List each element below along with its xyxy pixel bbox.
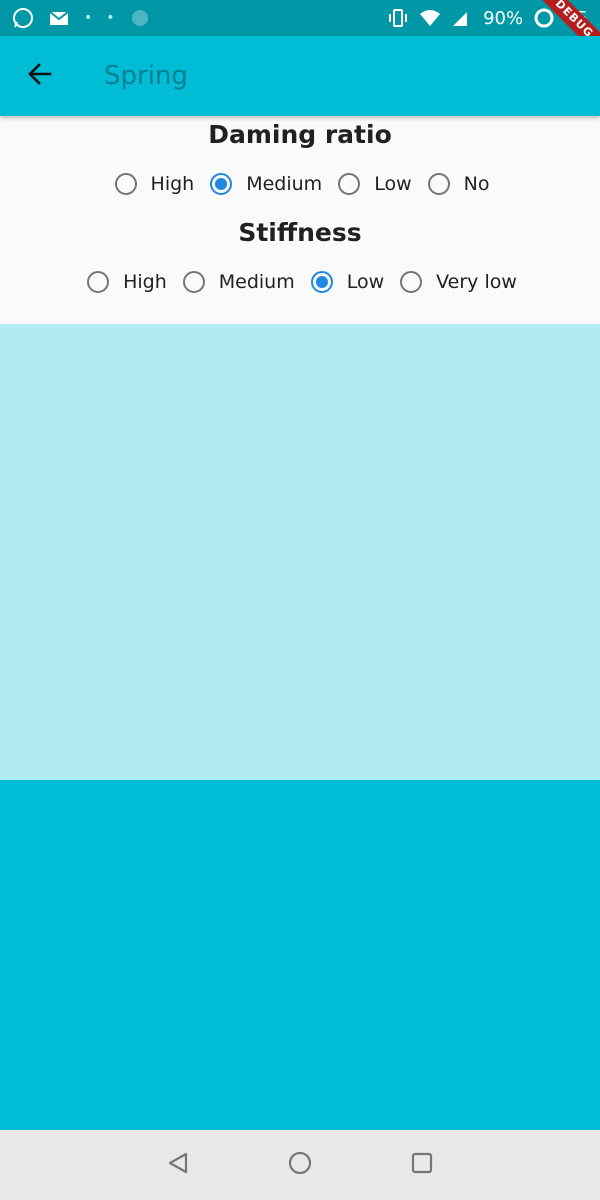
battery-percent: 90% bbox=[483, 7, 524, 29]
whatsapp-icon bbox=[12, 7, 34, 29]
radio-label: No bbox=[463, 173, 490, 195]
radio-label: Low bbox=[346, 271, 385, 293]
stiffness-radio-group: High Medium Low Very low bbox=[0, 252, 600, 312]
triangle-back-icon bbox=[166, 1151, 190, 1179]
radio-button[interactable] bbox=[182, 271, 205, 293]
controls-panel: Daming ratio High Medium Low No Stiffnes… bbox=[0, 116, 600, 324]
stiffness-option-medium[interactable]: Medium bbox=[179, 271, 295, 293]
stiffness-option-very-low[interactable]: Very low bbox=[396, 271, 517, 293]
damping-option-no[interactable]: No bbox=[424, 173, 490, 195]
stiffness-option-high[interactable]: High bbox=[83, 271, 167, 293]
spring-animation-area bbox=[0, 324, 600, 780]
square-recents-icon bbox=[410, 1151, 434, 1179]
notification-dot-icon: • bbox=[84, 10, 93, 26]
vibrate-icon bbox=[387, 7, 409, 29]
back-button[interactable] bbox=[12, 48, 68, 104]
radio-label: Medium bbox=[246, 173, 323, 195]
radio-button[interactable] bbox=[338, 173, 361, 195]
wifi-icon bbox=[419, 7, 441, 29]
damping-option-low[interactable]: Low bbox=[334, 173, 412, 195]
status-bar: • • 90% DEBUG bbox=[0, 0, 600, 68]
screen: • • 90% DEBUG Spring Daming ratio High M… bbox=[0, 0, 600, 1200]
status-left: • • bbox=[12, 7, 151, 29]
stiffness-title: Stiffness bbox=[238, 218, 362, 247]
radio-button-selected[interactable] bbox=[210, 173, 233, 195]
radio-label: High bbox=[150, 173, 195, 195]
app-notification-icon bbox=[129, 7, 151, 29]
damping-option-medium[interactable]: Medium bbox=[206, 173, 322, 195]
radio-label: High bbox=[123, 271, 167, 293]
radio-button[interactable] bbox=[87, 271, 110, 293]
app-bar: Spring bbox=[0, 36, 600, 116]
radio-label: Very low bbox=[436, 271, 517, 293]
radio-button[interactable] bbox=[400, 271, 423, 293]
arrow-back-icon bbox=[26, 60, 54, 92]
damping-title: Daming ratio bbox=[208, 120, 392, 149]
radio-button[interactable] bbox=[427, 173, 450, 195]
damping-radio-group: High Medium Low No bbox=[0, 154, 600, 214]
stiffness-option-low[interactable]: Low bbox=[307, 271, 384, 293]
circle-home-icon bbox=[287, 1150, 313, 1180]
radio-button-selected[interactable] bbox=[310, 271, 333, 293]
damping-option-high[interactable]: High bbox=[111, 173, 195, 195]
radio-button[interactable] bbox=[114, 173, 137, 195]
page-title: Spring bbox=[104, 61, 188, 91]
nav-back-button[interactable] bbox=[162, 1149, 194, 1181]
nav-recents-button[interactable] bbox=[406, 1149, 438, 1181]
radio-label: Medium bbox=[218, 271, 295, 293]
notification-dot-icon: • bbox=[106, 10, 115, 26]
radio-label: Low bbox=[374, 173, 412, 195]
spring-box bbox=[0, 780, 600, 1130]
navigation-bar bbox=[0, 1130, 600, 1200]
nav-home-button[interactable] bbox=[284, 1149, 316, 1181]
signal-icon bbox=[451, 7, 473, 29]
gmail-icon bbox=[48, 7, 70, 29]
